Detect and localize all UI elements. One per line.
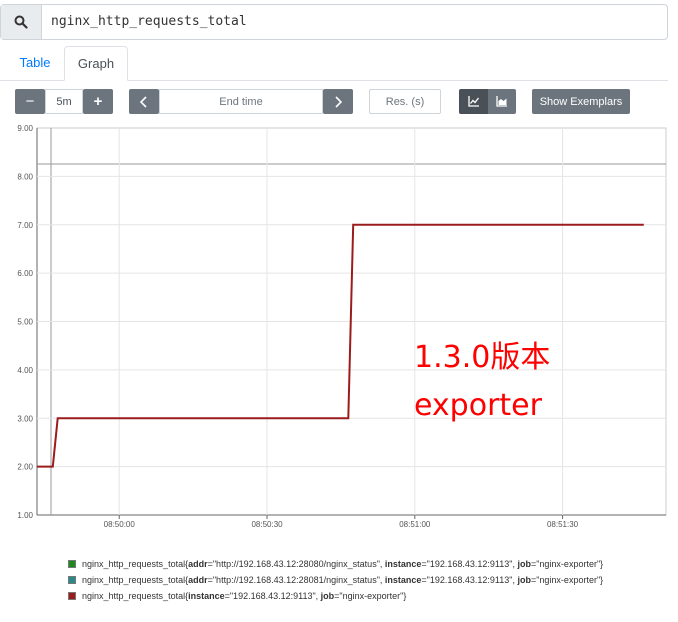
legend-label: nginx_http_requests_total{addr="http://1… [82, 575, 604, 585]
legend-swatch [68, 560, 76, 568]
legend-swatch [68, 576, 76, 584]
x-tick-label: 08:50:00 [104, 520, 136, 529]
y-tick-label: 9.00 [17, 124, 33, 133]
legend-item[interactable]: nginx_http_requests_total{instance="192.… [68, 588, 603, 604]
y-tick-label: 2.00 [17, 463, 33, 472]
y-tick-label: 6.00 [17, 269, 33, 278]
legend-item[interactable]: nginx_http_requests_total{addr="http://1… [68, 572, 603, 588]
legend-label: nginx_http_requests_total{addr="http://1… [82, 559, 604, 569]
x-tick-label: 08:51:30 [547, 520, 579, 529]
y-tick-label: 1.00 [17, 511, 33, 520]
graph-legend: nginx_http_requests_total{addr="http://1… [68, 556, 603, 604]
x-tick-label: 08:51:00 [399, 520, 431, 529]
x-tick-label: 08:50:30 [251, 520, 283, 529]
y-tick-label: 4.00 [17, 366, 33, 375]
legend-label: nginx_http_requests_total{instance="192.… [82, 591, 407, 601]
time-series-graph[interactable]: 1.00 2.00 3.00 4.00 5.00 6.00 7.00 8.00 9.00 08:5… [0, 0, 678, 540]
y-tick-label: 7.00 [17, 221, 33, 230]
series-line [37, 223, 644, 468]
annotation-line-1: 1.3.0版本 [414, 340, 551, 375]
y-tick-label: 8.00 [17, 172, 33, 181]
version-annotation: 1.3.0版本 exporter [414, 334, 550, 430]
annotation-line-2: exporter [414, 388, 542, 423]
legend-item[interactable]: nginx_http_requests_total{addr="http://1… [68, 556, 603, 572]
y-tick-label: 5.00 [17, 318, 33, 327]
legend-swatch [68, 592, 76, 600]
y-tick-label: 3.00 [17, 414, 33, 423]
